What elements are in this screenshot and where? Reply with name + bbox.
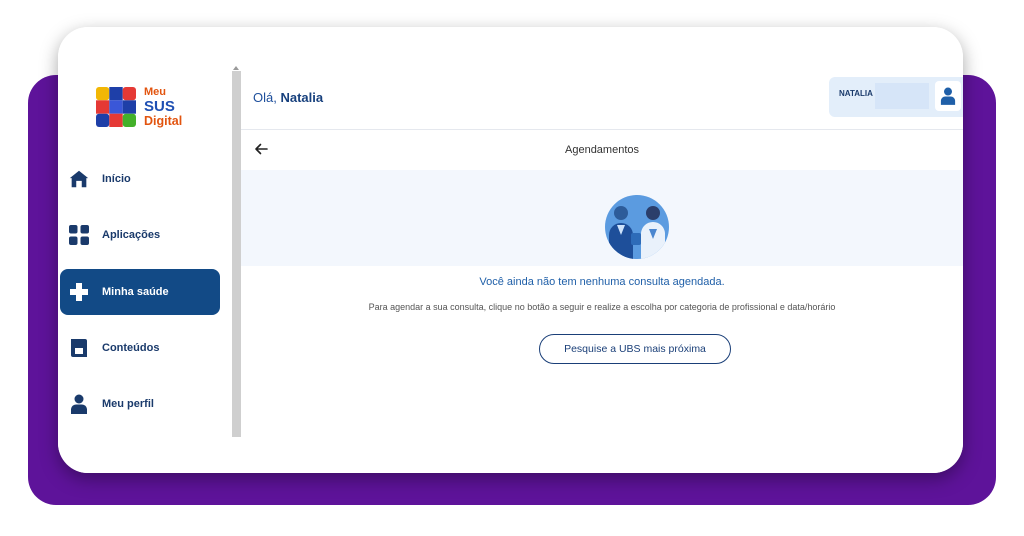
sidebar-item-label: Minha saúde: [102, 286, 169, 298]
empty-state-message: Você ainda não tem nenhuma consulta agen…: [479, 276, 725, 288]
greeting-prefix: Olá,: [253, 90, 277, 105]
sidebar: Meu SUS Digital Início Aplicações Minha …: [58, 27, 232, 473]
sidebar-item-minha-saude[interactable]: Minha saúde: [60, 269, 220, 315]
user-menu[interactable]: NATALIA: [829, 77, 963, 117]
person-icon: [68, 393, 90, 415]
main-content: Olá, Natalia NATALIA Agendamentos Você a…: [241, 27, 963, 473]
sidebar-item-inicio[interactable]: Início: [60, 156, 220, 202]
logo-line-1: Meu: [144, 86, 166, 98]
user-badge-name: NATALIA: [839, 89, 873, 98]
user-name-highlight: [875, 83, 929, 109]
logo-line-2: SUS: [144, 98, 175, 115]
logo-mark-icon: [96, 87, 136, 127]
logo-line-3: Digital: [144, 114, 183, 128]
greeting-user-name: Natalia: [280, 90, 324, 105]
sidebar-item-conteudos[interactable]: Conteúdos: [60, 325, 220, 371]
search-nearest-ubs-button[interactable]: Pesquise a UBS mais próxima: [539, 334, 731, 364]
logo-wordmark: Meu SUS Digital: [144, 87, 182, 128]
doctors-illustration-icon: [605, 195, 669, 259]
greeting: Olá, Natalia: [253, 90, 323, 105]
app-window: Meu SUS Digital Início Aplicações Minha …: [58, 27, 963, 473]
sidebar-item-aplicacoes[interactable]: Aplicações: [60, 212, 220, 258]
sidebar-item-meu-perfil[interactable]: Meu perfil: [60, 381, 220, 427]
sidebar-item-label: Aplicações: [102, 229, 161, 241]
user-avatar-icon: [940, 87, 956, 105]
apps-grid-icon: [68, 224, 90, 246]
empty-state-hint: Para agendar a sua consulta, clique no b…: [368, 302, 836, 312]
meu-sus-digital-logo[interactable]: Meu SUS Digital: [96, 87, 206, 129]
book-icon: [68, 337, 90, 359]
page-title: Agendamentos: [565, 144, 639, 156]
sidebar-item-label: Início: [102, 173, 131, 185]
illustration-banner: [241, 170, 963, 266]
user-avatar-button[interactable]: [935, 81, 961, 111]
sidebar-item-label: Meu perfil: [102, 398, 154, 410]
scroll-up-arrow-icon[interactable]: [233, 66, 239, 70]
health-cross-icon: [68, 281, 90, 303]
top-header: Olá, Natalia NATALIA: [241, 71, 963, 130]
sidebar-item-label: Conteúdos: [102, 342, 160, 354]
sidebar-scrollbar[interactable]: [232, 66, 241, 437]
page-titlebar: Agendamentos: [241, 130, 963, 170]
home-icon: [68, 168, 90, 190]
